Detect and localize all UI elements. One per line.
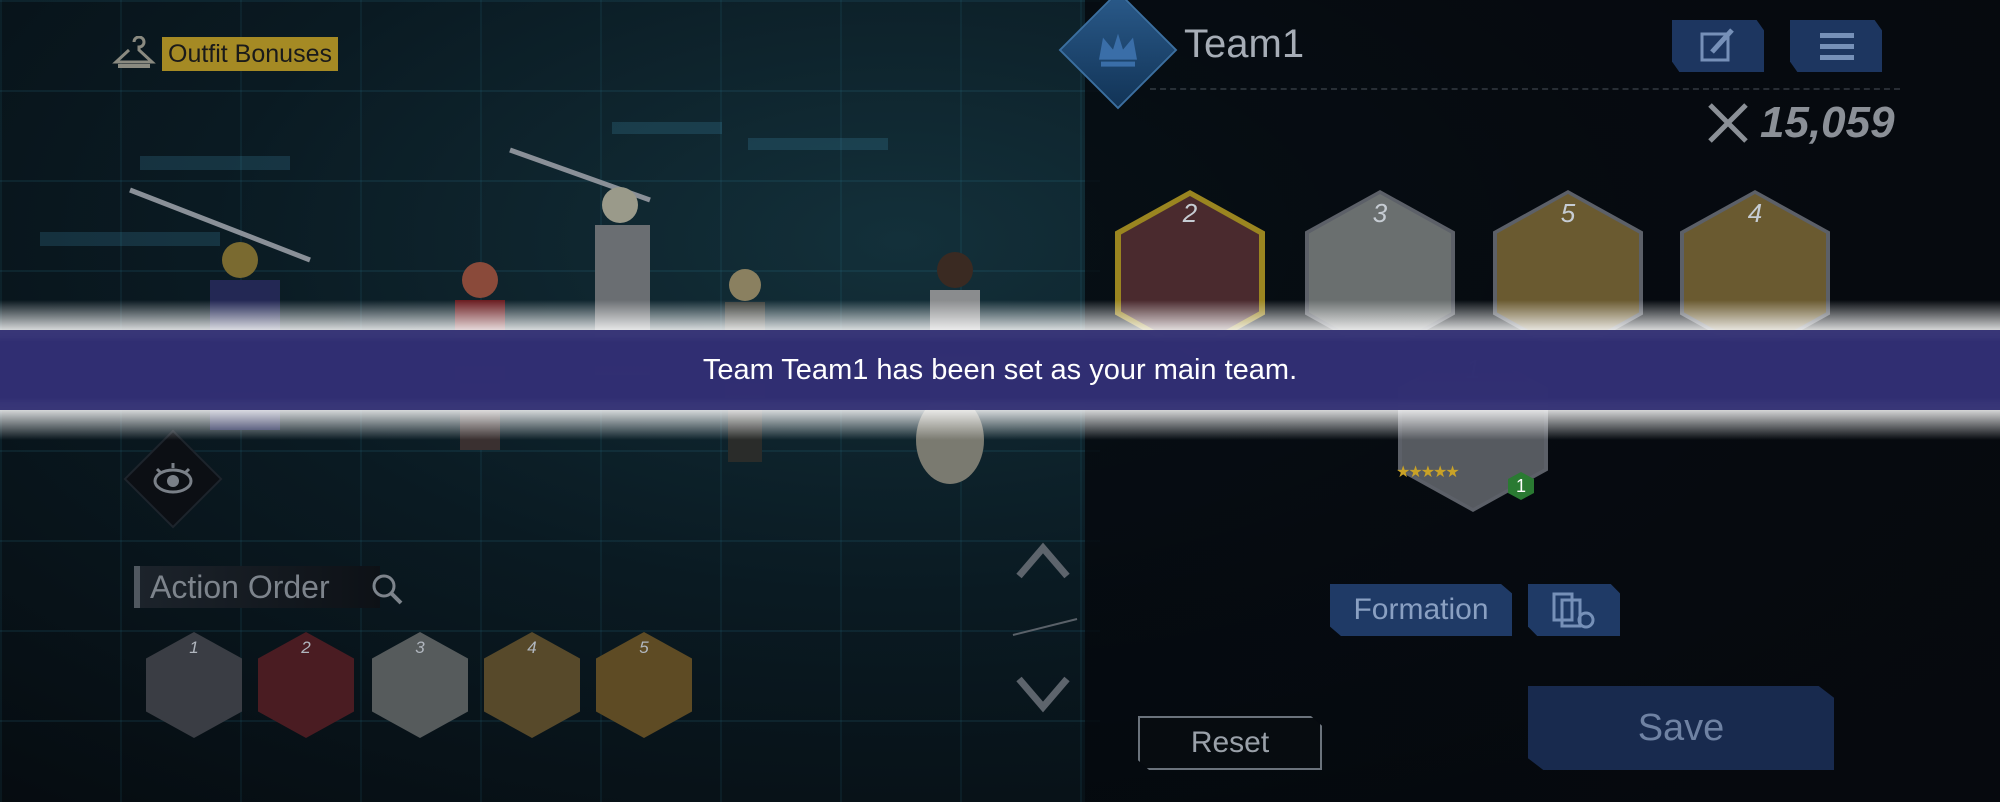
- search-icon[interactable]: [370, 572, 404, 606]
- reset-button[interactable]: Reset: [1138, 716, 1322, 770]
- action-order-header: Action Order: [134, 566, 380, 608]
- menu-icon: [1820, 33, 1854, 60]
- action-order-label: Action Order: [150, 568, 330, 605]
- toast-message: Team Team1 has been set as your main tea…: [702, 354, 1298, 386]
- outfit-bonuses-button[interactable]: Outfit Bonuses: [112, 36, 338, 72]
- formation-settings-icon: [1552, 592, 1595, 629]
- formation-settings-button[interactable]: [1528, 584, 1620, 636]
- hanger-icon: [112, 36, 156, 68]
- chevron-up-icon[interactable]: [1015, 540, 1071, 580]
- crown-icon: [1099, 33, 1137, 67]
- rename-team-button[interactable]: [1672, 20, 1764, 72]
- crossed-swords-icon: [1708, 103, 1748, 143]
- outfit-bonuses-label: Outfit Bonuses: [162, 37, 338, 71]
- formation-button[interactable]: Formation: [1330, 584, 1512, 636]
- save-button[interactable]: Save: [1528, 686, 1834, 770]
- edit-icon: [1700, 28, 1734, 62]
- team-name: Team1: [1184, 22, 1305, 66]
- header-divider: [1150, 88, 1900, 90]
- floor-tile: [140, 156, 290, 170]
- rarity-stars: ★★★★★: [1396, 464, 1460, 481]
- team-setup-screen: Outfit Bonuses Action Order 1 2 3 4 5 Te…: [0, 0, 2000, 802]
- floor-tile: [748, 138, 888, 150]
- chevron-down-icon[interactable]: [1015, 675, 1071, 715]
- eye-icon: [153, 463, 193, 494]
- team-power: 15,059: [1706, 98, 1895, 148]
- menu-button[interactable]: [1790, 20, 1882, 72]
- floor-tile: [612, 122, 722, 134]
- team-power-value: 15,059: [1760, 98, 1895, 147]
